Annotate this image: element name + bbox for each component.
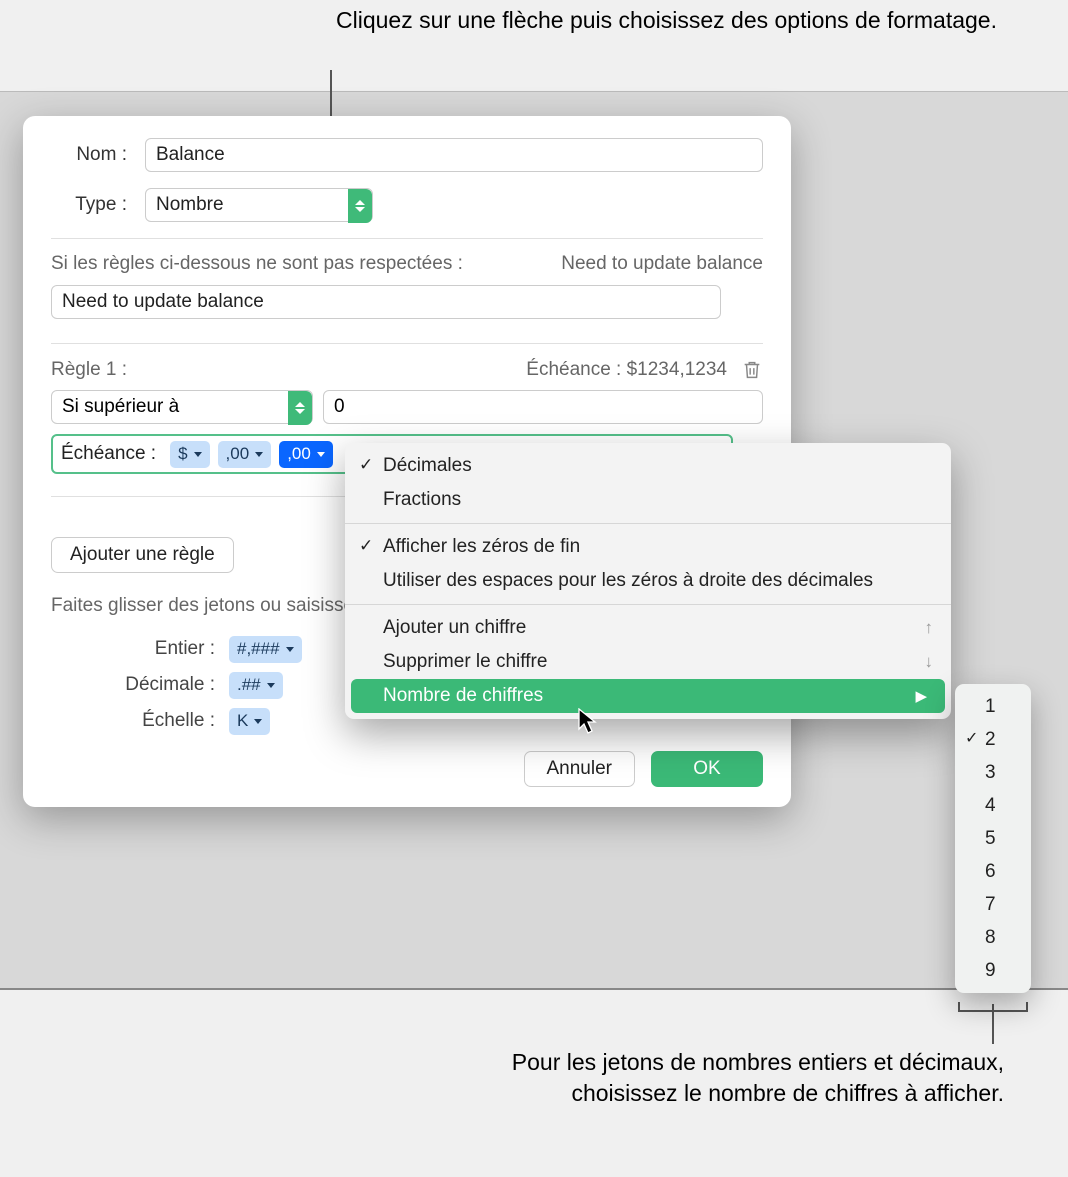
rules-preview: Need to update balance	[561, 253, 763, 275]
digit-option-7[interactable]: 7	[955, 888, 1031, 921]
cursor-icon	[578, 708, 600, 736]
digit-option-6[interactable]: 6	[955, 855, 1031, 888]
add-rule-button[interactable]: Ajouter une règle	[51, 537, 234, 573]
type-select[interactable]: Nombre	[145, 188, 373, 222]
name-label: Nom :	[51, 144, 127, 166]
digit-option-3[interactable]: 3	[955, 756, 1031, 789]
menu-item-zeros-fin[interactable]: ✓ Afficher les zéros de fin	[345, 530, 951, 564]
menu-item-decimales[interactable]: ✓ Décimales	[345, 449, 951, 483]
rule-1-preview: Échéance : $1234,1234	[526, 359, 727, 381]
callout-bottom: Pour les jetons de nombres entiers et dé…	[464, 1047, 1004, 1109]
integer-token[interactable]: #,###	[229, 636, 302, 663]
digit-option-9[interactable]: 9	[955, 954, 1031, 987]
callout-top: Cliquez sur une flèche puis choisissez d…	[336, 6, 997, 36]
format-bar-label: Échéance :	[61, 443, 156, 465]
digit-option-8[interactable]: 8	[955, 921, 1031, 954]
menu-separator	[345, 604, 951, 605]
stepper-icon	[348, 189, 372, 223]
menu-item-supprimer-chiffre[interactable]: Supprimer le chiffre ↓	[345, 645, 951, 679]
up-arrow-icon: ↑	[925, 618, 934, 638]
ok-button[interactable]: OK	[651, 751, 763, 787]
name-input[interactable]	[145, 138, 763, 172]
decimal-token[interactable]: ,00	[218, 441, 272, 468]
decimale-label: Décimale :	[51, 674, 215, 696]
type-select-value: Nombre	[156, 194, 224, 216]
digit-option-5[interactable]: 5	[955, 822, 1031, 855]
check-icon: ✓	[965, 728, 978, 748]
stepper-icon	[288, 391, 312, 425]
digit-option-1[interactable]: 1	[955, 690, 1031, 723]
menu-item-fractions[interactable]: Fractions	[345, 483, 951, 517]
chevron-right-icon: ▶	[915, 687, 927, 705]
type-label: Type :	[51, 194, 127, 216]
cancel-button[interactable]: Annuler	[524, 751, 636, 787]
digits-submenu: 1✓23456789	[955, 684, 1031, 993]
menu-item-nombre-chiffres[interactable]: Nombre de chiffres ▶	[351, 679, 945, 713]
currency-token[interactable]: $	[170, 441, 209, 468]
decimal-palette-token[interactable]: .##	[229, 672, 283, 699]
decimal-token-selected[interactable]: ,00	[279, 441, 333, 468]
default-text-input[interactable]	[51, 285, 721, 319]
down-arrow-icon: ↓	[925, 652, 934, 672]
token-options-menu: ✓ Décimales Fractions ✓ Afficher les zér…	[345, 443, 951, 719]
menu-separator	[345, 523, 951, 524]
echelle-label: Échelle :	[51, 710, 215, 732]
menu-item-espaces-zeros[interactable]: Utiliser des espaces pour les zéros à dr…	[345, 564, 951, 598]
condition-value: Si supérieur à	[62, 396, 179, 418]
entier-label: Entier :	[51, 638, 215, 660]
digit-option-4[interactable]: 4	[955, 789, 1031, 822]
rule-1-label: Règle 1 :	[51, 359, 127, 381]
rules-note: Si les règles ci-dessous ne sont pas res…	[51, 253, 561, 275]
check-icon: ✓	[359, 455, 373, 475]
check-icon: ✓	[359, 536, 373, 556]
callout-leader-bottom	[992, 1004, 994, 1044]
condition-select[interactable]: Si supérieur à	[51, 390, 313, 424]
trash-icon[interactable]	[741, 358, 763, 382]
menu-item-ajouter-chiffre[interactable]: Ajouter un chiffre ↑	[345, 611, 951, 645]
separator	[51, 238, 763, 239]
condition-number-input[interactable]	[323, 390, 763, 424]
scale-token[interactable]: K	[229, 708, 270, 735]
separator	[51, 343, 763, 344]
digit-option-2[interactable]: ✓2	[955, 723, 1031, 756]
